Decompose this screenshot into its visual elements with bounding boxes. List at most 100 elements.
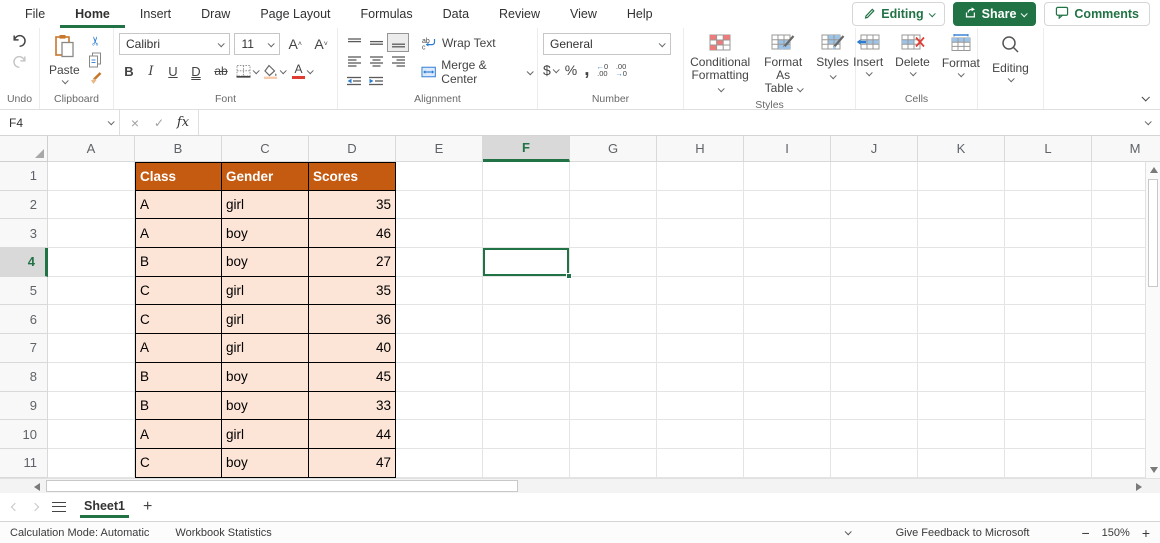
cell-G11[interactable]	[570, 449, 657, 478]
cell-J3[interactable]	[831, 219, 918, 248]
cell-B11[interactable]: C	[135, 449, 222, 478]
align-top-icon[interactable]	[343, 33, 365, 52]
tab-review[interactable]: Review	[484, 0, 555, 28]
cell-I8[interactable]	[744, 363, 831, 392]
comments-button[interactable]: Comments	[1044, 2, 1150, 26]
cell-L3[interactable]	[1005, 219, 1092, 248]
cell-I4[interactable]	[744, 248, 831, 277]
column-header-I[interactable]: I	[744, 136, 831, 162]
cell-B7[interactable]: A	[135, 334, 222, 363]
zoom-level[interactable]: 150%	[1102, 527, 1130, 539]
formula-input[interactable]	[199, 110, 1134, 135]
bold-button[interactable]: B	[119, 61, 139, 81]
cell-E9[interactable]	[396, 392, 483, 421]
column-header-D[interactable]: D	[309, 136, 396, 162]
wrap-text-button[interactable]: abc Wrap Text	[421, 36, 532, 50]
cell-B5[interactable]: C	[135, 277, 222, 306]
merge-center-button[interactable]: Merge & Center	[421, 58, 532, 86]
cell-D4[interactable]: 27	[309, 248, 396, 277]
decrease-indent-icon[interactable]	[343, 71, 365, 90]
cell-A8[interactable]	[48, 363, 135, 392]
cell-I10[interactable]	[744, 420, 831, 449]
cell-C8[interactable]: boy	[222, 363, 309, 392]
column-header-G[interactable]: G	[570, 136, 657, 162]
horizontal-scrollbar[interactable]	[0, 478, 1160, 493]
column-header-M[interactable]: M	[1092, 136, 1160, 162]
insert-function-icon[interactable]: fx	[172, 113, 194, 133]
tab-formulas[interactable]: Formulas	[346, 0, 428, 28]
next-sheet-icon[interactable]	[31, 503, 39, 511]
cell-F10[interactable]	[483, 420, 570, 449]
cell-J5[interactable]	[831, 277, 918, 306]
cell-A4[interactable]	[48, 248, 135, 277]
column-header-C[interactable]: C	[222, 136, 309, 162]
cell-K9[interactable]	[918, 392, 1005, 421]
format-painter-icon[interactable]	[88, 71, 103, 86]
cell-I6[interactable]	[744, 305, 831, 334]
cell-C10[interactable]: girl	[222, 420, 309, 449]
insert-cells-button[interactable]: Insert	[849, 33, 887, 90]
cell-L5[interactable]	[1005, 277, 1092, 306]
row-header-10[interactable]: 10	[0, 420, 48, 449]
cell-G8[interactable]	[570, 363, 657, 392]
cell-K11[interactable]	[918, 449, 1005, 478]
cell-A2[interactable]	[48, 191, 135, 220]
tab-draw[interactable]: Draw	[186, 0, 245, 28]
cell-D7[interactable]: 40	[309, 334, 396, 363]
expand-formula-bar-icon[interactable]	[1134, 110, 1160, 135]
format-cells-button[interactable]: Format	[938, 33, 984, 90]
cell-G4[interactable]	[570, 248, 657, 277]
cell-C1[interactable]: Gender	[222, 162, 309, 191]
add-sheet-button[interactable]: +	[143, 499, 152, 515]
number-format-select[interactable]: General	[543, 33, 671, 55]
cell-J6[interactable]	[831, 305, 918, 334]
cell-H6[interactable]	[657, 305, 744, 334]
cell-H2[interactable]	[657, 191, 744, 220]
italic-button[interactable]: I	[141, 61, 161, 81]
decrease-decimal-button[interactable]: .00→0	[615, 63, 627, 77]
cell-D10[interactable]: 44	[309, 420, 396, 449]
cell-I9[interactable]	[744, 392, 831, 421]
strikethrough-button[interactable]: ab	[209, 61, 233, 81]
cell-H7[interactable]	[657, 334, 744, 363]
cell-C11[interactable]: boy	[222, 449, 309, 478]
cell-B4[interactable]: B	[135, 248, 222, 277]
cell-F8[interactable]	[483, 363, 570, 392]
cell-B9[interactable]: B	[135, 392, 222, 421]
scroll-down-icon[interactable]	[1150, 467, 1158, 473]
share-button[interactable]: Share	[953, 2, 1037, 26]
font-size-select[interactable]: 11	[234, 33, 280, 55]
cell-F4[interactable]	[483, 248, 570, 277]
cell-D2[interactable]: 35	[309, 191, 396, 220]
cell-D5[interactable]: 35	[309, 277, 396, 306]
horizontal-scroll-thumb[interactable]	[46, 480, 518, 492]
cell-J10[interactable]	[831, 420, 918, 449]
cell-A6[interactable]	[48, 305, 135, 334]
cell-K6[interactable]	[918, 305, 1005, 334]
cell-H9[interactable]	[657, 392, 744, 421]
row-header-3[interactable]: 3	[0, 219, 48, 248]
row-header-2[interactable]: 2	[0, 191, 48, 220]
row-header-5[interactable]: 5	[0, 277, 48, 306]
column-header-K[interactable]: K	[918, 136, 1005, 162]
sheet-list-menu-icon[interactable]	[52, 502, 66, 512]
cell-J2[interactable]	[831, 191, 918, 220]
cell-B6[interactable]: C	[135, 305, 222, 334]
cell-G3[interactable]	[570, 219, 657, 248]
cell-B10[interactable]: A	[135, 420, 222, 449]
cell-L4[interactable]	[1005, 248, 1092, 277]
row-header-6[interactable]: 6	[0, 305, 48, 334]
row-header-11[interactable]: 11	[0, 449, 48, 478]
cell-G7[interactable]	[570, 334, 657, 363]
cell-A10[interactable]	[48, 420, 135, 449]
cell-F11[interactable]	[483, 449, 570, 478]
copy-icon[interactable]	[88, 52, 103, 68]
cell-C6[interactable]: girl	[222, 305, 309, 334]
font-family-select[interactable]: Calibri	[119, 33, 230, 55]
align-right-icon[interactable]	[387, 52, 409, 71]
cell-styles-button[interactable]: Styles	[812, 33, 853, 96]
cell-L6[interactable]	[1005, 305, 1092, 334]
double-underline-button[interactable]: D	[185, 61, 207, 81]
cell-I7[interactable]	[744, 334, 831, 363]
cell-E3[interactable]	[396, 219, 483, 248]
